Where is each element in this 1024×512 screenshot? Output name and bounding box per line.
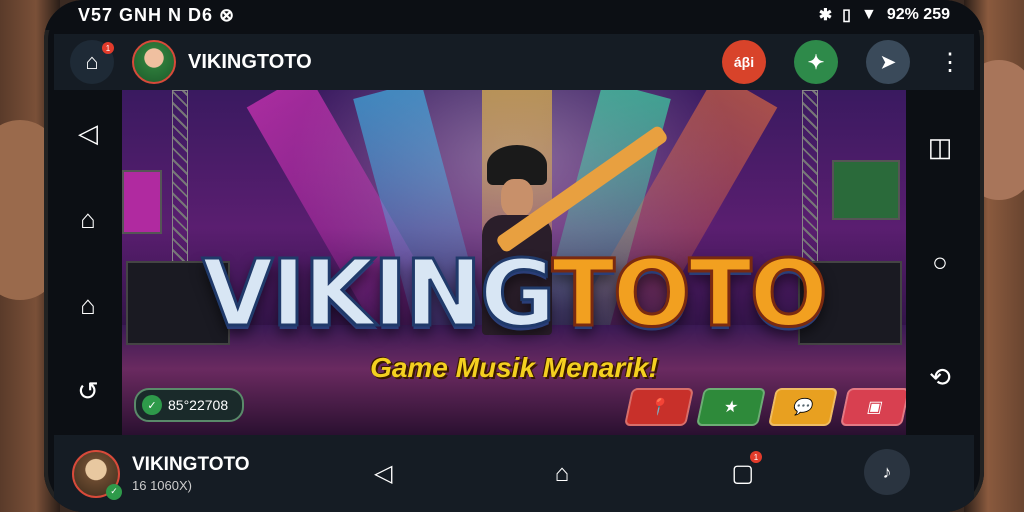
status-bar: V57 GNH N D6 ⊗ ✱ ▯ ▼ 92% 259 — [44, 0, 984, 30]
guitarist-head — [501, 179, 533, 217]
pointer-button[interactable]: ➤ — [866, 40, 910, 84]
vibrate-icon: ▯ — [842, 7, 851, 24]
home-icon[interactable]: ⌂ — [555, 460, 570, 488]
promo-banner[interactable]: VIKINGTOTO Game Musik Menarik! ✓ 85°2270… — [122, 90, 906, 435]
star-button[interactable]: ★ — [695, 388, 767, 426]
avatar[interactable] — [132, 40, 176, 84]
split-view-icon[interactable]: ◫ — [928, 132, 953, 163]
home-icon: ⌂ — [85, 49, 99, 74]
circle-icon[interactable]: ○ — [932, 247, 948, 278]
app-title: VIKINGTOTO — [188, 50, 312, 73]
audio-icon: ♪ — [882, 461, 892, 482]
gallery-icon: ▣ — [865, 399, 885, 416]
recent-apps-icon: ▢ — [731, 460, 754, 487]
gift-button[interactable]: áβi — [722, 40, 766, 84]
badge-button[interactable]: ✦ — [794, 40, 838, 84]
bluetooth-icon: ✱ — [818, 7, 833, 24]
user-name: VIKINGTOTO — [132, 454, 250, 475]
counter-value: 85°22708 — [168, 397, 229, 413]
pointer-icon: ➤ — [880, 51, 896, 72]
audio-button[interactable]: ♪ — [864, 449, 910, 495]
status-dot: ✓ — [106, 483, 122, 500]
kebab-menu-icon[interactable]: ⋮ — [938, 48, 962, 77]
counter-badge[interactable]: ✓ 85°22708 — [134, 388, 245, 422]
logo-part2: TOTO — [550, 239, 829, 349]
user-avatar[interactable]: ✓ — [72, 449, 122, 500]
chat-button[interactable]: 💬 — [767, 388, 839, 426]
refresh-icon[interactable]: ↺ — [77, 376, 99, 407]
location-icon: 📍 — [647, 399, 671, 416]
recent-badge: 1 — [750, 451, 762, 463]
stage-screen — [832, 160, 900, 220]
side-nav-left: ◁ ⌂ ⌂ ↺ — [54, 90, 122, 435]
badge-icon: ✦ — [807, 51, 825, 74]
status-right-text: 92% 259 — [886, 6, 950, 23]
gallery-button[interactable]: ▣ — [839, 388, 906, 426]
status-right: ✱ ▯ ▼ 92% 259 — [819, 5, 950, 25]
user-info: VIKINGTOTO 16 1060X) — [132, 454, 250, 493]
user-subtitle: 16 1060X) — [132, 478, 192, 493]
banner-tagline: Game Musik Menarik! — [370, 352, 658, 383]
banner-buttons: 📍 ★ 💬 ▣ — [623, 388, 906, 426]
chat-icon: 💬 — [791, 399, 815, 416]
app-actions: áβi ✦ ➤ ⋮ — [722, 40, 962, 84]
home-badge: 1 — [102, 42, 114, 54]
app-bar: ⌂ 1 VIKINGTOTO áβi ✦ ➤ ⋮ — [54, 34, 974, 90]
wifi-icon: ▼ — [860, 6, 877, 23]
side-nav-right: ◫ ○ ⟲ — [906, 90, 974, 435]
status-left-text: V57 GNH N D6 ⊗ — [78, 4, 236, 25]
gift-icon: áβi — [733, 54, 755, 70]
rotate-icon[interactable]: ⟲ — [929, 362, 951, 393]
phone-device: V57 GNH N D6 ⊗ ✱ ▯ ▼ 92% 259 ⌂ 1 VIKINGT… — [44, 0, 984, 512]
logo-part1: VIKING — [201, 239, 556, 349]
system-nav: ◁ ⌂ ▢ 1 — [374, 435, 762, 512]
location-button[interactable]: 📍 — [623, 388, 695, 426]
star-icon: ★ — [721, 399, 740, 416]
back-icon[interactable]: ◁ — [374, 459, 392, 488]
leaf-icon: ✓ — [142, 395, 162, 415]
brand-logo: VIKINGTOTO — [122, 239, 906, 349]
home-icon[interactable]: ⌂ — [80, 204, 96, 235]
bottom-bar: ✓ VIKINGTOTO 16 1060X) ◁ ⌂ ▢ 1 ♪ — [54, 435, 974, 512]
stage-screen — [122, 170, 162, 234]
back-icon[interactable]: ◁ — [78, 118, 98, 149]
home-button[interactable]: ⌂ 1 — [70, 40, 114, 84]
home-icon[interactable]: ⌂ — [80, 290, 96, 321]
recent-apps-button[interactable]: ▢ 1 — [731, 451, 762, 488]
